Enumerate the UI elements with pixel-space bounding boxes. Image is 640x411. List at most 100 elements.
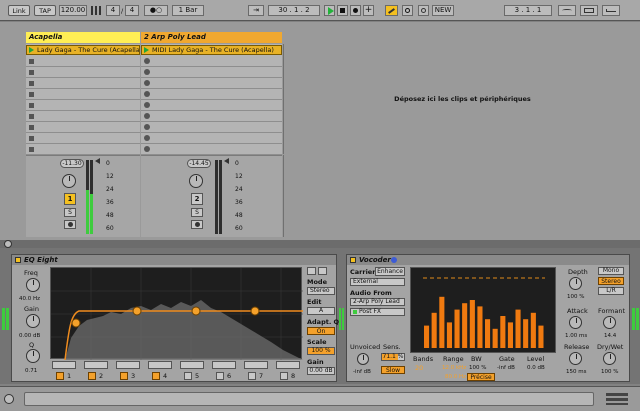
mode-dropdown[interactable]: Stereo (307, 287, 335, 295)
enhance-button[interactable]: Enhance (375, 267, 405, 276)
record-slot-icon[interactable] (144, 146, 150, 152)
stop-icon[interactable] (29, 136, 34, 141)
lr-button[interactable]: L/R (598, 287, 624, 295)
key-map-button[interactable] (602, 5, 620, 16)
mono-button[interactable]: Mono (598, 267, 624, 275)
stereo-button[interactable]: Stereo (598, 277, 624, 285)
drop-zone[interactable]: Déposez ici les clips et périphériques (283, 44, 640, 154)
record-slot-icon[interactable] (144, 113, 150, 119)
post-fx-dropdown[interactable]: Post FX (350, 308, 405, 316)
range-value[interactable]: 12.0 kHz (442, 364, 466, 372)
q-knob[interactable] (26, 349, 40, 363)
device-on-icon[interactable] (350, 257, 356, 263)
carrier-dropdown[interactable]: External (350, 278, 405, 286)
band-8-filter-type[interactable] (276, 361, 300, 369)
loop-toggle-button[interactable] (418, 5, 429, 16)
clip-slot[interactable] (26, 133, 140, 144)
vocoder-display[interactable] (410, 267, 556, 353)
clip-slot[interactable] (141, 133, 282, 144)
computer-keyboard-button[interactable] (580, 5, 598, 16)
edit-ab-button[interactable]: A (307, 307, 335, 315)
nudge-icon[interactable] (90, 6, 104, 15)
band-4-toggle[interactable] (152, 372, 160, 380)
track-header-arp-poly-lead[interactable]: 2 Arp Poly Lead (141, 32, 282, 43)
clip-slot[interactable] (26, 122, 140, 133)
solo-button[interactable]: S (64, 208, 76, 217)
record-button[interactable] (350, 5, 361, 16)
freq-knob[interactable] (26, 278, 40, 292)
clip-acapella[interactable]: Lady Gaga - The Cure (Acapella) (26, 45, 140, 55)
view-splitter[interactable] (0, 240, 640, 248)
clip-slot[interactable] (141, 56, 282, 67)
clip-slot[interactable] (26, 56, 140, 67)
clip-midi-acapella[interactable]: MIDI Lady Gaga - The Cure (Acapella) (141, 45, 282, 55)
track-activator-button[interactable]: 2 (191, 193, 203, 205)
clip-slot[interactable] (141, 89, 282, 100)
toggle-browser-icon[interactable] (4, 394, 14, 404)
clip-slot[interactable] (141, 122, 282, 133)
band-3-filter-type[interactable] (116, 361, 140, 369)
scale-field[interactable]: 100 % (307, 347, 335, 355)
attack-knob[interactable] (569, 316, 582, 329)
clip-slot[interactable] (26, 144, 140, 155)
stop-icon[interactable] (29, 114, 34, 119)
clip-slot[interactable] (26, 78, 140, 89)
gain-knob[interactable] (26, 314, 40, 328)
q-value[interactable]: 0.71 (25, 367, 37, 375)
eq-display[interactable] (50, 267, 303, 361)
clip-slot[interactable] (26, 100, 140, 111)
depth-value[interactable]: 100 % (567, 293, 584, 301)
release-value[interactable]: 150 ms (566, 368, 586, 376)
record-slot-icon[interactable] (144, 91, 150, 97)
dry-wet-value[interactable]: 100 % (601, 368, 618, 376)
automation-arm-button[interactable] (385, 5, 398, 16)
arm-button[interactable] (64, 220, 76, 229)
clip-play-icon[interactable] (29, 47, 34, 53)
loop-start-field[interactable]: 3 . 1 . 1 (504, 5, 552, 16)
band-2-filter-type[interactable] (84, 361, 108, 369)
tempo-field[interactable]: 120.00 (59, 5, 87, 16)
song-position-field[interactable]: 30 . 1 . 2 (268, 5, 320, 16)
slow-button[interactable]: Slow (381, 366, 405, 374)
band-1-filter-type[interactable] (52, 361, 76, 369)
quantization-menu[interactable]: 1 Bar (172, 5, 204, 16)
clip-slot[interactable] (141, 111, 282, 122)
level-value[interactable]: 0.0 dB (527, 364, 545, 372)
pan-knob[interactable] (62, 174, 76, 188)
record-slot-icon[interactable] (144, 80, 150, 86)
formant-value[interactable]: 14.4 (604, 332, 616, 340)
gain-value[interactable]: 0.00 dB (19, 332, 40, 340)
release-knob[interactable] (569, 352, 582, 365)
stop-button[interactable] (337, 5, 348, 16)
record-slot-icon[interactable] (144, 58, 150, 64)
clip-play-icon[interactable] (144, 47, 149, 53)
eq-zoom-button[interactable] (307, 267, 316, 275)
volume-field[interactable]: -14.45 (187, 159, 211, 168)
volume-fader-handle[interactable] (224, 158, 229, 164)
pan-knob[interactable] (189, 174, 203, 188)
record-slot-icon[interactable] (144, 69, 150, 75)
clip-slot[interactable] (141, 100, 282, 111)
clip-slot[interactable] (141, 144, 282, 155)
draw-mode-button[interactable] (558, 5, 576, 16)
time-signature-numerator[interactable]: 4 (106, 5, 120, 16)
vocoder-band-graph[interactable] (411, 268, 557, 354)
metronome-button[interactable]: ●○ (144, 5, 168, 16)
formant-knob[interactable] (603, 316, 616, 329)
band-4-filter-type[interactable] (148, 361, 172, 369)
play-button[interactable] (324, 5, 335, 16)
stop-icon[interactable] (29, 103, 34, 108)
audio-from-dropdown[interactable]: 2-Arp Poly Lead (350, 298, 405, 306)
arm-button[interactable] (191, 220, 203, 229)
clip-slot[interactable] (141, 78, 282, 89)
band-7-filter-type[interactable] (244, 361, 268, 369)
record-slot-icon[interactable] (144, 135, 150, 141)
band-6-filter-type[interactable] (212, 361, 236, 369)
solo-button[interactable]: S (191, 208, 203, 217)
stop-icon[interactable] (29, 59, 34, 64)
overdub-plus-button[interactable]: + (363, 5, 374, 16)
clip-slot[interactable] (26, 111, 140, 122)
band-5-filter-type[interactable] (180, 361, 204, 369)
band-8-toggle[interactable] (280, 372, 288, 380)
band-5-toggle[interactable] (184, 372, 192, 380)
